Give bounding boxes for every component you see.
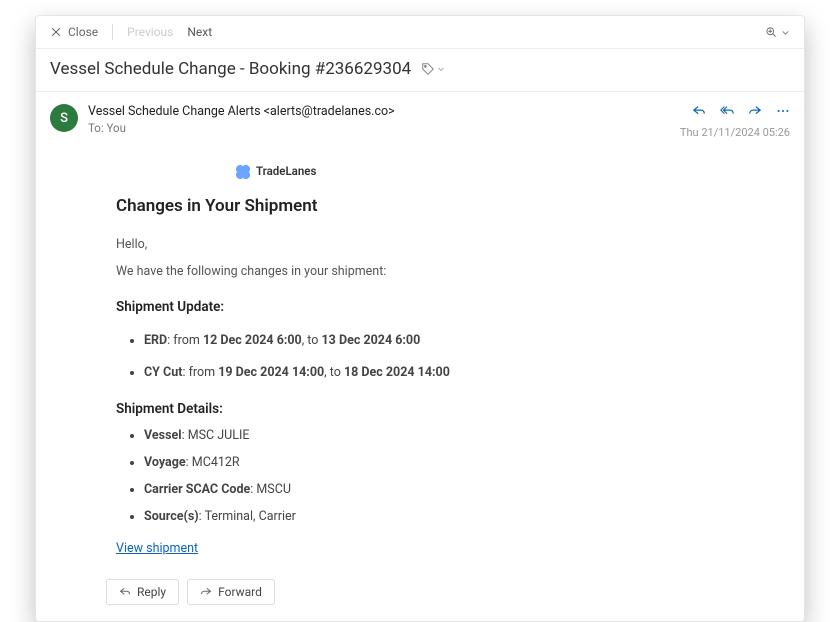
detail-value: Terminal, Carrier bbox=[205, 509, 296, 524]
body-title: Changes in Your Shipment bbox=[116, 194, 744, 220]
footer-actions: Reply Forward bbox=[36, 569, 804, 621]
avatar: S bbox=[50, 104, 78, 132]
previous-button: Previous bbox=[127, 25, 173, 39]
sender-block: Vessel Schedule Change Alerts <alerts@tr… bbox=[88, 104, 670, 135]
close-label: Close bbox=[68, 25, 98, 39]
detail-label: Carrier SCAC Code bbox=[144, 482, 250, 497]
sender-display: Vessel Schedule Change Alerts <alerts@tr… bbox=[88, 104, 670, 119]
reply-label: Reply bbox=[137, 585, 166, 599]
chevron-down-icon bbox=[781, 28, 790, 37]
forward-icon bbox=[748, 104, 762, 118]
close-button[interactable]: Close bbox=[50, 25, 98, 39]
detail-label: Vessel bbox=[144, 428, 182, 443]
list-item: CY Cut: from 19 Dec 2024 14:00, to 18 De… bbox=[144, 364, 744, 383]
list-item: ERD: from 12 Dec 2024 6:00, to 13 Dec 20… bbox=[144, 332, 744, 351]
list-item: Vessel: MSC JULIE bbox=[144, 427, 744, 446]
more-actions-button[interactable] bbox=[776, 104, 790, 122]
reply-icon bbox=[692, 104, 706, 118]
update-to: 18 Dec 2024 14:00 bbox=[344, 365, 450, 380]
detail-label: Voyage bbox=[144, 455, 186, 470]
close-icon bbox=[50, 26, 62, 38]
detail-value: MSCU bbox=[256, 482, 291, 497]
next-button[interactable]: Next bbox=[187, 25, 212, 39]
list-item: Carrier SCAC Code: MSCU bbox=[144, 481, 744, 500]
header-actions: Thu 21/11/2024 05:26 bbox=[680, 104, 790, 139]
email-body: TradeLanes Changes in Your Shipment Hell… bbox=[36, 151, 804, 569]
reply-all-icon-button[interactable] bbox=[720, 104, 734, 122]
body-intro: We have the following changes in your sh… bbox=[116, 263, 744, 282]
update-list: ERD: from 12 Dec 2024 6:00, to 13 Dec 20… bbox=[144, 332, 744, 384]
reply-icon bbox=[119, 586, 131, 598]
update-from: 19 Dec 2024 14:00 bbox=[218, 365, 324, 380]
view-shipment-link[interactable]: View shipment bbox=[116, 541, 198, 556]
forward-icon bbox=[200, 586, 212, 598]
avatar-initial: S bbox=[60, 111, 68, 126]
reply-button[interactable]: Reply bbox=[106, 579, 179, 605]
zoom-button[interactable] bbox=[765, 26, 790, 38]
to-label: To: bbox=[88, 121, 104, 135]
zoom-icon bbox=[765, 26, 777, 38]
email-window: Close Previous Next Vessel Schedule Chan… bbox=[35, 15, 805, 622]
toolbar-divider bbox=[112, 24, 113, 40]
body-greeting: Hello, bbox=[116, 236, 744, 255]
reply-all-icon bbox=[720, 104, 734, 118]
update-label: CY Cut bbox=[144, 365, 182, 380]
subject-row: Vessel Schedule Change - Booking #236629… bbox=[36, 49, 804, 92]
details-heading: Shipment Details: bbox=[116, 399, 744, 419]
brand-name: TradeLanes bbox=[256, 163, 316, 180]
forward-button[interactable]: Forward bbox=[187, 579, 275, 605]
list-item: Source(s): Terminal, Carrier bbox=[144, 508, 744, 527]
brand-row: TradeLanes bbox=[236, 163, 744, 180]
toolbar: Close Previous Next bbox=[36, 16, 804, 49]
tag-icon bbox=[421, 62, 435, 76]
update-label: ERD bbox=[144, 333, 167, 348]
forward-icon-button[interactable] bbox=[748, 104, 762, 122]
more-icon bbox=[776, 104, 790, 118]
list-item: Voyage: MC412R bbox=[144, 454, 744, 473]
reply-icon-button[interactable] bbox=[692, 104, 706, 122]
categorize-button[interactable] bbox=[421, 62, 445, 76]
to-value: You bbox=[107, 121, 126, 135]
toolbar-left: Close Previous Next bbox=[50, 24, 212, 40]
detail-value: MC412R bbox=[192, 455, 240, 470]
recipient-line: To: You bbox=[88, 121, 670, 135]
detail-label: Source(s) bbox=[144, 509, 199, 524]
chevron-down-icon bbox=[437, 65, 445, 73]
update-from: 12 Dec 2024 6:00 bbox=[203, 333, 302, 348]
details-list: Vessel: MSC JULIE Voyage: MC412R Carrier… bbox=[144, 427, 744, 526]
brand-logo-icon bbox=[236, 165, 250, 179]
action-icons bbox=[692, 104, 790, 122]
subject-text: Vessel Schedule Change - Booking #236629… bbox=[50, 59, 411, 79]
date-text: Thu 21/11/2024 05:26 bbox=[680, 126, 790, 139]
forward-label: Forward bbox=[218, 585, 262, 599]
update-to: 13 Dec 2024 6:00 bbox=[322, 333, 421, 348]
message-header: S Vessel Schedule Change Alerts <alerts@… bbox=[36, 92, 804, 151]
detail-value: MSC JULIE bbox=[188, 428, 250, 443]
update-heading: Shipment Update: bbox=[116, 297, 744, 317]
